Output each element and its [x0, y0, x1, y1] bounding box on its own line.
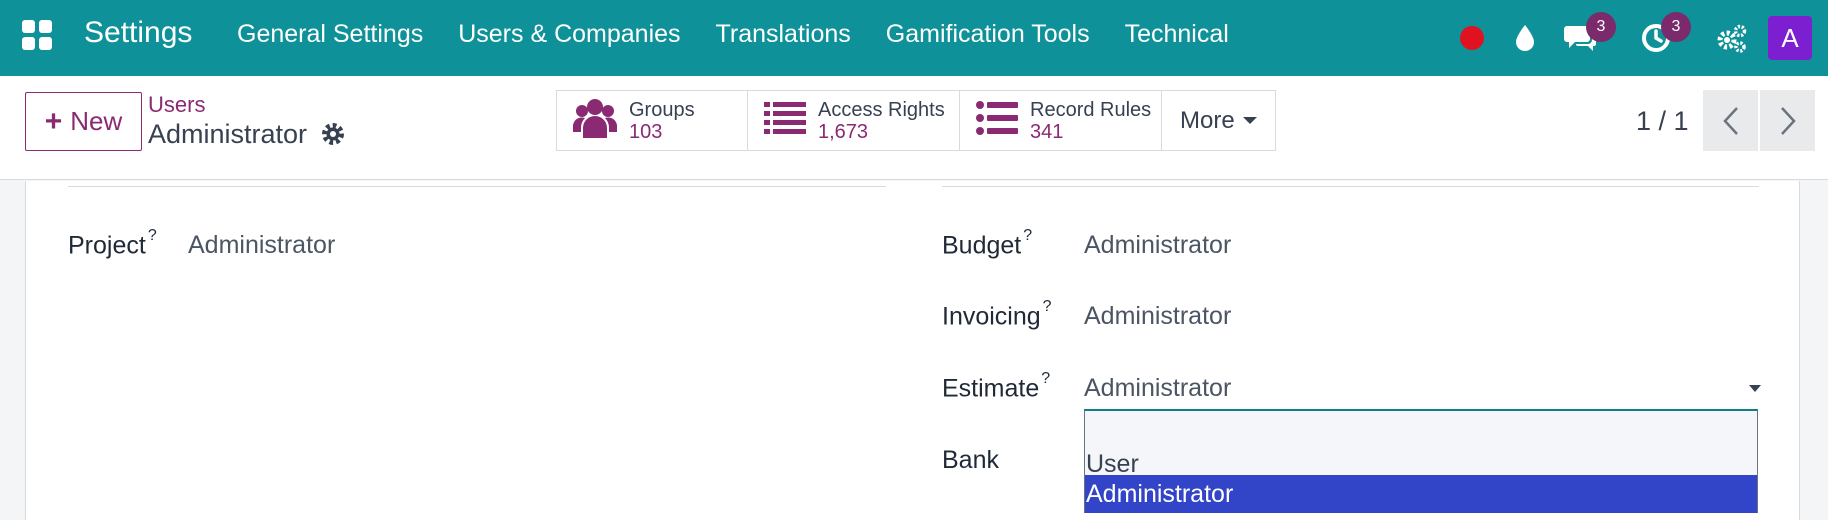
users-group-icon	[573, 98, 617, 143]
list-icon	[764, 101, 806, 140]
chevron-left-icon	[1722, 106, 1738, 135]
bullet-list-icon	[976, 101, 1018, 140]
recording-icon[interactable]	[1460, 0, 1484, 76]
access-rights-smart-button[interactable]: Access Rights 1,673	[748, 91, 960, 150]
estimate-field-label: Estimate?	[942, 370, 1051, 403]
select-caret-down-icon[interactable]	[1749, 385, 1761, 392]
budget-field-label: Budget?	[942, 227, 1033, 260]
project-access-select[interactable]: Administrator	[188, 231, 335, 260]
menu-users-companies[interactable]: Users & Companies	[458, 20, 680, 49]
estimate-dropdown-list: User Administrator	[1084, 409, 1758, 513]
help-tooltip-icon[interactable]: ?	[1043, 298, 1052, 315]
menu-general-settings[interactable]: General Settings	[237, 20, 423, 49]
control-panel: + New Users Administrator Groups 103 Acc…	[0, 76, 1828, 180]
groups-count: 103	[629, 120, 663, 143]
record-rules-label: Record Rules	[1030, 98, 1152, 121]
smart-buttons: Groups 103 Access Rights 1,673 Record Ru…	[556, 90, 1276, 151]
new-button[interactable]: + New	[25, 92, 142, 151]
menu-translations[interactable]: Translations	[716, 20, 851, 49]
menu-gamification-tools[interactable]: Gamification Tools	[886, 20, 1090, 49]
more-dropdown-button[interactable]: More	[1162, 91, 1275, 150]
section-divider-right	[942, 186, 1759, 187]
droplet-icon[interactable]	[1510, 0, 1540, 76]
new-button-label: New	[70, 106, 123, 136]
groups-smart-button[interactable]: Groups 103	[557, 91, 748, 150]
app-menu-icon[interactable]	[22, 20, 52, 50]
access-rights-count: 1,673	[818, 120, 869, 143]
chevron-right-icon	[1780, 106, 1796, 135]
messages-badge: 3	[1586, 12, 1616, 42]
access-rights-label: Access Rights	[818, 98, 945, 121]
help-tooltip-icon[interactable]: ?	[1023, 227, 1032, 244]
help-tooltip-icon[interactable]: ?	[148, 227, 157, 244]
budget-access-select[interactable]: Administrator	[1084, 231, 1231, 260]
main-menu: General Settings Users & Companies Trans…	[237, 20, 1264, 49]
record-rules-smart-button[interactable]: Record Rules 341	[960, 91, 1162, 150]
menu-technical[interactable]: Technical	[1125, 20, 1229, 49]
dropdown-option-administrator[interactable]: Administrator	[1085, 475, 1757, 513]
section-divider-left	[68, 186, 886, 187]
caret-down-icon	[1242, 117, 1257, 124]
breadcrumb-users[interactable]: Users	[148, 92, 205, 118]
record-rules-count: 341	[1030, 120, 1064, 143]
activities-badge: 3	[1661, 12, 1691, 42]
record-title: Administrator	[148, 119, 308, 149]
plus-icon: +	[44, 104, 63, 138]
bank-field-label: Bank	[942, 446, 999, 474]
estimate-access-select[interactable]: Administrator	[1084, 374, 1231, 403]
project-field-label: Project?	[68, 227, 157, 260]
debug-gears-icon[interactable]	[1716, 0, 1748, 76]
app-title[interactable]: Settings	[84, 16, 192, 50]
help-tooltip-icon[interactable]: ?	[1041, 370, 1050, 387]
pager-value[interactable]: 1 / 1	[1636, 106, 1689, 137]
groups-label: Groups	[629, 98, 695, 121]
more-label: More	[1180, 106, 1235, 134]
record-actions-gear-icon[interactable]	[320, 121, 346, 147]
pager-next-button[interactable]	[1760, 90, 1815, 151]
pager-previous-button[interactable]	[1703, 90, 1758, 151]
invoicing-access-select[interactable]: Administrator	[1084, 302, 1231, 331]
top-navbar: Settings General Settings Users & Compan…	[0, 0, 1828, 76]
invoicing-field-label: Invoicing?	[942, 298, 1052, 331]
user-avatar[interactable]: A	[1768, 16, 1812, 60]
